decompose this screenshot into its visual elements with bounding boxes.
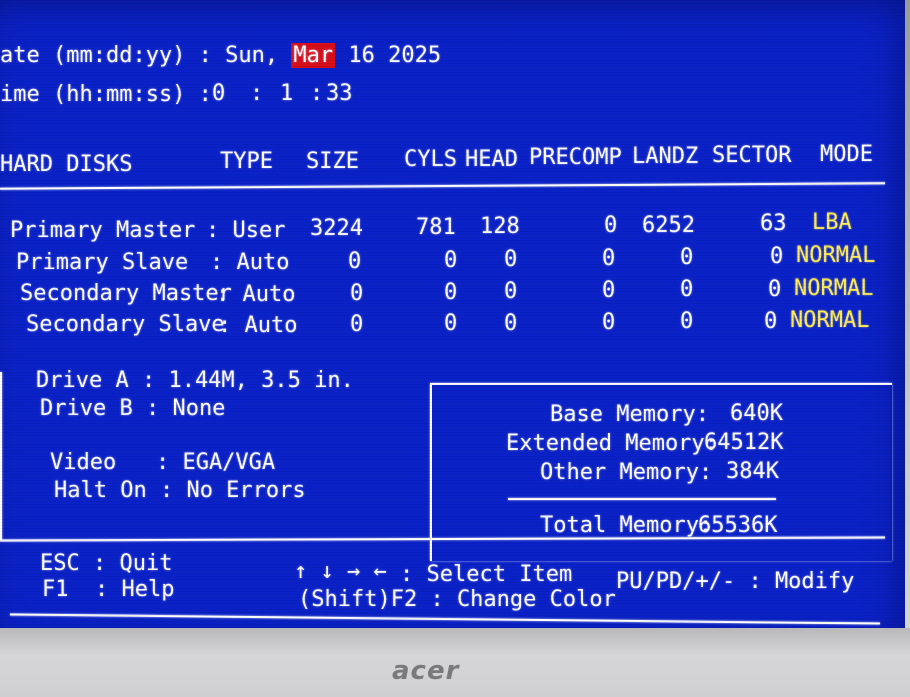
disk-landz-primary-slave: 0 [680, 245, 694, 270]
disk-landz-secondary-slave: 0 [680, 309, 694, 334]
disk-type-secondary-master[interactable]: : Auto [216, 283, 295, 307]
header-type: TYPE [220, 149, 273, 174]
disk-cyls-secondary-slave: 0 [444, 311, 458, 336]
disk-mode-primary-master: LBA [812, 210, 852, 235]
disk-precomp-secondary-master: 0 [602, 278, 616, 303]
time-sep-2: : [310, 81, 324, 106]
disk-type-secondary-slave[interactable]: : Auto [218, 314, 297, 338]
disk-type-primary-master[interactable]: : User [206, 219, 285, 243]
disk-landz-primary-master: 6252 [642, 213, 695, 238]
other-memory-value: 384K [726, 459, 779, 484]
header-head: HEAD [465, 147, 518, 172]
header-sector: SECTOR [712, 143, 792, 168]
time-second-field[interactable]: 33 [326, 82, 353, 106]
disk-size-primary-master: 3224 [310, 216, 363, 241]
halt-on-setting[interactable]: Halt On : No Errors [54, 479, 306, 503]
time-row: ime (hh:mm:ss) : [0, 83, 212, 107]
disk-cyls-secondary-master: 0 [444, 280, 458, 305]
disk-mode-primary-slave: NORMAL [796, 243, 876, 268]
drive-b[interactable]: Drive B : None [40, 397, 225, 421]
header-mode: MODE [820, 142, 873, 167]
time-minute-field[interactable]: 1 [280, 82, 293, 106]
extended-memory-value: 64512K [704, 430, 784, 455]
disk-name-secondary-slave: Secondary Slave [26, 312, 225, 337]
disk-sector-secondary-slave: 0 [764, 309, 778, 334]
disk-name-primary-slave: Primary Slave [16, 250, 189, 275]
date-rest[interactable]: 16 2025 [335, 43, 441, 68]
help-select-item: : Select Item [400, 562, 573, 587]
disk-type-primary-slave[interactable]: : Auto [210, 251, 289, 275]
disk-head-primary-slave: 0 [504, 247, 518, 272]
disk-name-primary-master: Primary Master [10, 218, 196, 243]
video-setting[interactable]: Video : EGA/VGA [50, 451, 275, 475]
disk-landz-secondary-master: 0 [680, 277, 694, 302]
disk-size-primary-slave: 0 [348, 249, 362, 274]
time-sep-1: : [250, 81, 264, 106]
acer-logo: acer [392, 656, 460, 686]
base-memory-label: Base Memory: [550, 402, 709, 427]
disk-sector-primary-slave: 0 [770, 244, 784, 269]
disk-precomp-primary-slave: 0 [602, 246, 616, 271]
other-memory-label: Other Memory: [540, 460, 713, 485]
date-row: ate (mm:dd:yy) : Sun, Mar 16 2025 [0, 43, 441, 68]
help-modify: PU/PD/+/- : Modify [616, 569, 855, 594]
time-label: ime (hh:mm:ss) : [0, 82, 212, 107]
header-landz: LANDZ [632, 144, 699, 169]
extended-memory-label: Extended Memory: [506, 431, 718, 456]
time-hour-field[interactable]: 0 [212, 82, 225, 106]
header-divider [0, 182, 885, 190]
total-memory-label: Total Memory: [540, 513, 713, 538]
header-size: SIZE [306, 149, 359, 174]
memory-total-divider [508, 498, 776, 500]
date-label: ate (mm:dd:yy) : Sun, [0, 43, 292, 68]
footer-bottom-divider [10, 613, 880, 625]
disk-name-secondary-master: Secondary Master [20, 281, 232, 306]
help-esc-quit: ESC : Quit [40, 551, 173, 576]
date-month-field[interactable]: Mar [291, 43, 336, 68]
disk-sector-secondary-master: 0 [768, 277, 782, 302]
total-memory-value: 65536K [698, 513, 778, 538]
disk-head-primary-master: 128 [480, 214, 520, 239]
left-frame-line [0, 372, 2, 540]
bios-screen: ate (mm:dd:yy) : Sun, Mar 16 2025 ime (h… [0, 0, 905, 652]
arrow-keys-icon: ↑ ↓ → ← [294, 559, 387, 584]
base-memory-value: 640K [730, 401, 783, 426]
disk-cyls-primary-slave: 0 [444, 248, 458, 273]
drive-a[interactable]: Drive A : 1.44M, 3.5 in. [36, 369, 354, 393]
disk-size-secondary-slave: 0 [350, 312, 364, 337]
header-hard-disks: HARD DISKS [0, 152, 133, 177]
disk-mode-secondary-slave: NORMAL [790, 308, 870, 333]
help-change-color: (Shift)F2 : Change Color [298, 587, 616, 612]
disk-head-secondary-slave: 0 [504, 311, 518, 336]
disk-precomp-secondary-slave: 0 [602, 310, 616, 335]
disk-head-secondary-master: 0 [504, 279, 518, 304]
disk-mode-secondary-master: NORMAL [794, 276, 874, 301]
header-cyls: CYLS [404, 147, 457, 172]
header-precomp: PRECOMP [529, 145, 622, 170]
disk-size-secondary-master: 0 [350, 281, 364, 306]
disk-cyls-primary-master: 781 [416, 215, 456, 240]
disk-precomp-primary-master: 0 [604, 213, 618, 238]
disk-sector-primary-master: 63 [760, 211, 787, 236]
help-f1-help: F1 : Help [42, 577, 175, 602]
